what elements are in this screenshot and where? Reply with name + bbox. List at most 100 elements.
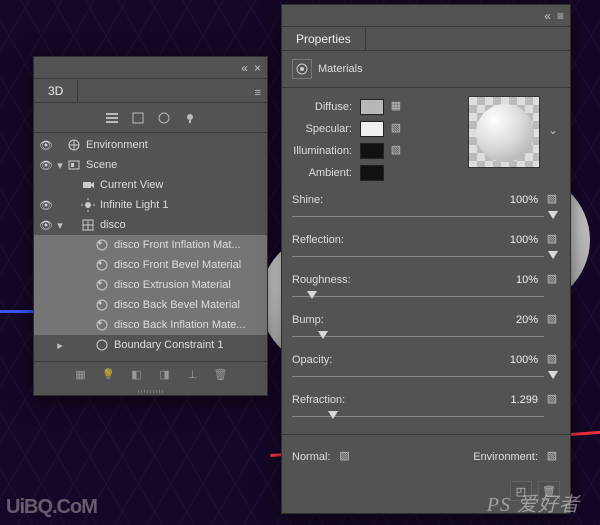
- roughness-folder-icon[interactable]: ▧: [544, 272, 560, 288]
- tree-row-mat[interactable]: disco Extrusion Material: [34, 275, 267, 295]
- reflection-value[interactable]: 100%: [490, 234, 538, 246]
- environment-folder-icon[interactable]: ▧: [544, 449, 560, 465]
- bump-value[interactable]: 20%: [490, 314, 538, 326]
- slider-reflection: Reflection: 100% ▧: [292, 232, 560, 264]
- shine-folder-icon[interactable]: ▧: [544, 192, 560, 208]
- folder-icon[interactable]: ▧: [388, 143, 404, 159]
- tree-row-mat[interactable]: disco Back Inflation Mate...: [34, 315, 267, 335]
- illumination-label: Illumination:: [292, 145, 356, 157]
- bump-folder-icon[interactable]: ▧: [544, 312, 560, 328]
- twisty-icon[interactable]: ▾: [54, 219, 66, 232]
- tab-3d[interactable]: 3D: [38, 80, 78, 102]
- footer-trash-icon[interactable]: 🗑: [212, 366, 230, 384]
- tree-item-label: Infinite Light 1: [100, 199, 169, 211]
- scene-tree: 👁Environment👁▾Scene Current View 👁 Infinite…: [34, 133, 267, 357]
- visibility-toggle[interactable]: 👁: [38, 159, 54, 172]
- panel-3d-filters: [34, 103, 267, 133]
- close-icon[interactable]: ×: [254, 61, 261, 75]
- roughness-value[interactable]: 10%: [490, 274, 538, 286]
- panel-properties-titlebar[interactable]: « ≡: [282, 5, 570, 27]
- normal-label: Normal:: [292, 451, 331, 463]
- channel-specular: Specular: ▧: [292, 118, 462, 140]
- filter-mesh-icon[interactable]: [129, 109, 147, 127]
- diffuse-swatch[interactable]: [360, 99, 384, 115]
- tree-item-label: disco Extrusion Material: [114, 279, 231, 291]
- reflection-slider[interactable]: [292, 250, 560, 264]
- specular-swatch[interactable]: [360, 121, 384, 137]
- shine-slider[interactable]: [292, 210, 560, 224]
- visibility-toggle[interactable]: 👁: [38, 139, 54, 152]
- tree-row-camera[interactable]: Current View: [34, 175, 267, 195]
- material-preset-dropdown[interactable]: ⌄: [546, 96, 560, 137]
- reflection-folder-icon[interactable]: ▧: [544, 232, 560, 248]
- tree-item-label: Current View: [100, 179, 163, 191]
- roughness-slider[interactable]: [292, 290, 560, 304]
- ambient-label: Ambient:: [292, 167, 356, 179]
- panel-3d-titlebar[interactable]: « ×: [34, 57, 267, 79]
- slider-shine: Shine:100%▧: [292, 192, 560, 224]
- sun-icon: [80, 197, 96, 213]
- twisty-icon[interactable]: ▾: [54, 159, 66, 172]
- footer-new-icon[interactable]: ⊥: [184, 366, 202, 384]
- twisty-icon[interactable]: ▸: [54, 339, 66, 352]
- slider-bump: Bump: 20% ▧: [292, 312, 560, 344]
- mat-icon: [94, 317, 110, 333]
- opacity-folder-icon[interactable]: ▧: [544, 352, 560, 368]
- tree-item-label: disco Back Bevel Material: [114, 299, 240, 311]
- channel-illumination: Illumination: ▧: [292, 140, 462, 162]
- panel-3d-footer: ▦ 💡 ◧ ◨ ⊥ 🗑: [34, 361, 267, 387]
- tree-row-sun[interactable]: 👁 Infinite Light 1: [34, 195, 267, 215]
- panel-properties-tabs: Properties: [282, 27, 570, 51]
- refraction-folder-icon[interactable]: ▧: [544, 392, 560, 408]
- collapse-icon[interactable]: «: [544, 9, 551, 23]
- tree-row-mat[interactable]: disco Front Bevel Material: [34, 255, 267, 275]
- footer-icon[interactable]: ▦: [72, 366, 90, 384]
- footer-camera-icon[interactable]: ◧: [128, 366, 146, 384]
- tab-properties[interactable]: Properties: [286, 28, 366, 50]
- panel-menu-icon[interactable]: ≡: [249, 84, 267, 102]
- footer-ground-icon[interactable]: ◨: [156, 366, 174, 384]
- filter-light-icon[interactable]: [181, 109, 199, 127]
- tree-item-label: disco Front Inflation Mat...: [114, 239, 241, 251]
- flyout-icon[interactable]: ≡: [557, 9, 564, 23]
- mat-icon: [94, 237, 110, 253]
- watermark-right: PS 爱好者: [487, 488, 580, 517]
- visibility-toggle[interactable]: 👁: [38, 199, 54, 212]
- bump-label: Bump:: [292, 314, 484, 326]
- camera-icon: [80, 177, 96, 193]
- material-preview[interactable]: [468, 96, 540, 168]
- tree-row-circle[interactable]: ▸ Boundary Constraint 1: [34, 335, 267, 355]
- reflection-label: Reflection:: [292, 234, 484, 246]
- slider-opacity: Opacity: 100% ▧: [292, 352, 560, 384]
- tree-row-mesh[interactable]: 👁▾disco: [34, 215, 267, 235]
- opacity-slider[interactable]: [292, 370, 560, 384]
- tree-item-label: Boundary Constraint 1: [114, 339, 223, 351]
- refraction-slider[interactable]: [292, 410, 560, 424]
- diffuse-texture-icon[interactable]: ▦: [388, 99, 404, 115]
- section-title-text: Materials: [318, 63, 363, 75]
- mat-icon: [94, 297, 110, 313]
- bump-slider[interactable]: [292, 330, 560, 344]
- filter-all-icon[interactable]: [103, 109, 121, 127]
- visibility-toggle[interactable]: 👁: [38, 219, 54, 232]
- opacity-label: Opacity:: [292, 354, 484, 366]
- tree-item-label: disco Front Bevel Material: [114, 259, 241, 271]
- collapse-icon[interactable]: «: [241, 61, 248, 75]
- tree-row-mat[interactable]: disco Back Bevel Material: [34, 295, 267, 315]
- mesh-icon: [80, 217, 96, 233]
- tree-row-scene[interactable]: 👁▾Scene: [34, 155, 267, 175]
- folder-icon[interactable]: ▧: [388, 121, 404, 137]
- ambient-swatch[interactable]: [360, 165, 384, 181]
- illumination-swatch[interactable]: [360, 143, 384, 159]
- opacity-value[interactable]: 100%: [490, 354, 538, 366]
- normal-folder-icon[interactable]: ▧: [337, 449, 353, 465]
- slider-refraction: Refraction:1.299▧: [292, 392, 560, 424]
- footer-light-icon[interactable]: 💡: [100, 366, 118, 384]
- tree-row-mat[interactable]: disco Front Inflation Mat...: [34, 235, 267, 255]
- tree-row-env[interactable]: 👁Environment: [34, 135, 267, 155]
- filter-material-icon[interactable]: [155, 109, 173, 127]
- resize-handle[interactable]: [34, 387, 267, 395]
- refraction-value[interactable]: 1.299: [490, 394, 538, 406]
- shine-value[interactable]: 100%: [490, 194, 538, 206]
- scene-icon: [66, 157, 82, 173]
